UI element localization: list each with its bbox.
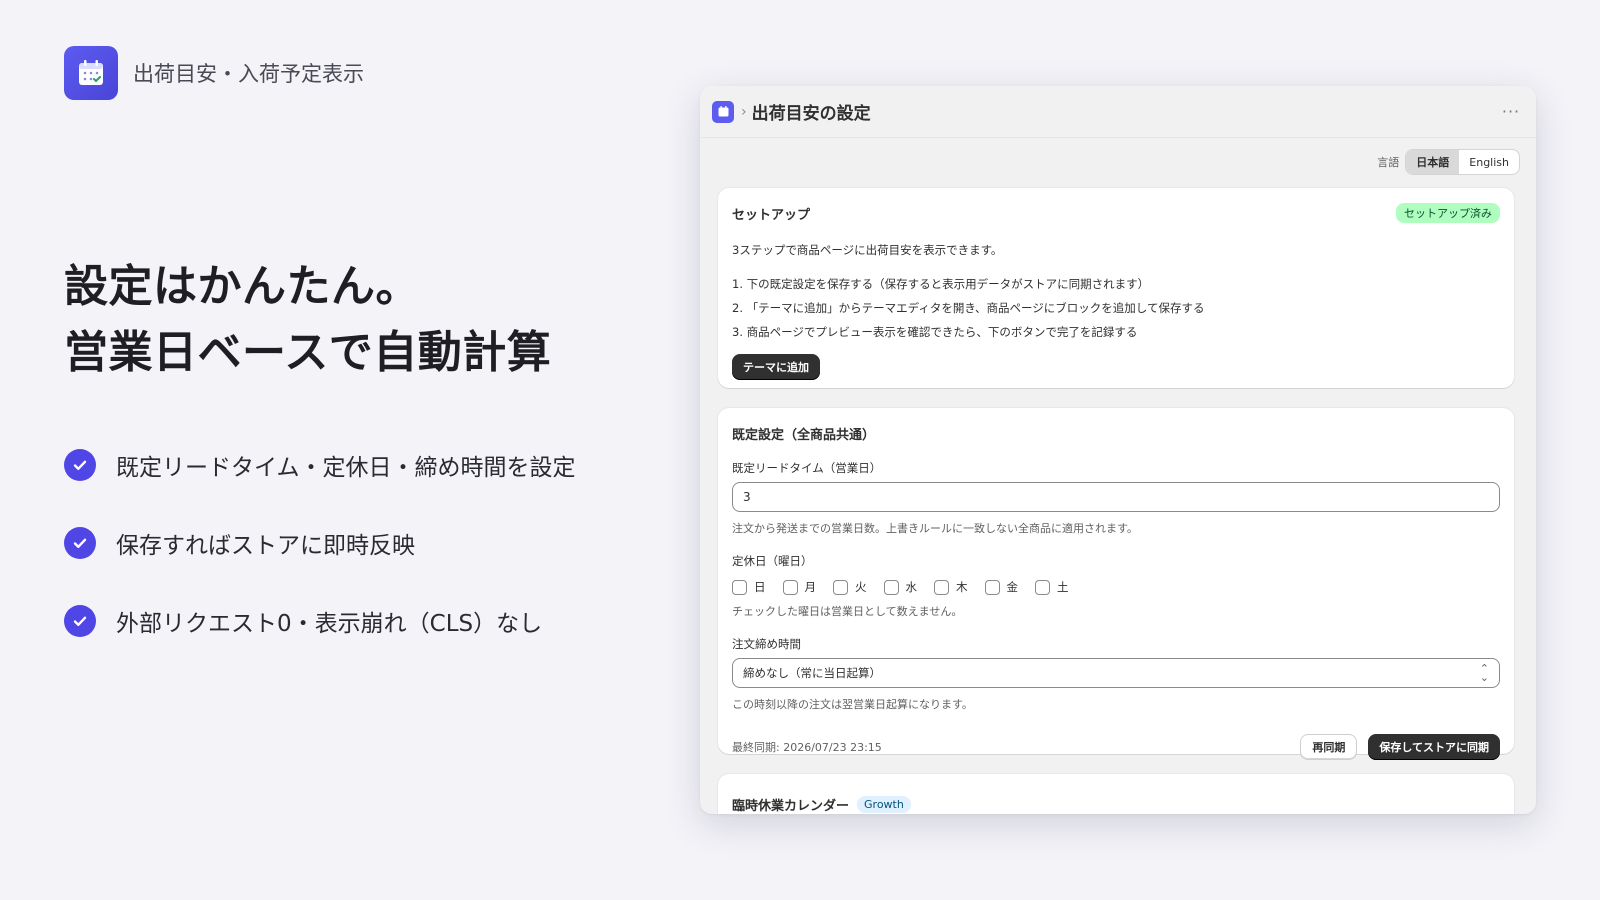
- holiday-weekdays: 日 月 火 水 木 金 土: [732, 579, 1500, 595]
- last-synced-text: 最終同期: 2026/07/23 23:15: [732, 741, 882, 754]
- weekday-checkbox-thu[interactable]: 木: [934, 579, 968, 595]
- defaults-card-title: 既定設定（全商品共通）: [732, 428, 876, 443]
- weekday-checkbox-fri[interactable]: 金: [984, 579, 1018, 595]
- weekday-checkbox-sun[interactable]: 日: [732, 579, 766, 595]
- lead-time-help: 注文から発送までの営業日数。上書きルールに一致しない全商品に適用されます。: [732, 522, 1138, 535]
- check-circle-icon: [64, 449, 96, 481]
- page-title: 出荷目安の設定: [751, 104, 871, 124]
- cutoff-help: この時刻以降の注文は翌営業日起算になります。: [732, 698, 973, 711]
- lead-time-label: 既定リードタイム（営業日）: [732, 461, 882, 475]
- language-option-ja[interactable]: 日本語: [1406, 150, 1460, 174]
- admin-window: › 出荷目安の設定 ··· 言語 日本語 English セットアップ セットア…: [700, 86, 1536, 814]
- headline-line-1: 設定はかんたん。: [64, 261, 420, 312]
- calendar-check-icon: [64, 46, 118, 100]
- checkbox[interactable]: [934, 579, 949, 595]
- setup-steps: 1. 下の既定設定を保存する（保存すると表示用データがストアに同期されます） 2…: [732, 272, 1500, 344]
- feature-list: 既定リードタイム・定休日・締め時間を設定 保存すればストアに即時反映 外部リクエ…: [64, 448, 576, 682]
- language-label: 言語: [1377, 156, 1400, 169]
- setup-card: セットアップ セットアップ済み 3ステップで商品ページに出荷目安を表示できます。…: [718, 188, 1514, 388]
- defaults-card: 既定設定（全商品共通） 既定リードタイム（営業日） 3 注文から発送までの営業日…: [718, 408, 1514, 760]
- weekday-checkbox-tue[interactable]: 火: [833, 579, 867, 595]
- cutoff-label: 注文締め時間: [732, 637, 801, 651]
- ellipsis-icon[interactable]: ···: [1498, 99, 1524, 125]
- select-chevron-icon: ⌃ ⌄: [1479, 662, 1489, 684]
- weekday-checkbox-sat[interactable]: 土: [1035, 579, 1069, 595]
- setup-card-title: セットアップ: [732, 208, 811, 223]
- holidays-help: チェックした曜日は営業日として数えません。: [732, 605, 963, 618]
- app-logo-icon[interactable]: [712, 100, 734, 123]
- status-badge: セットアップ済み: [1396, 203, 1500, 223]
- cutoff-select[interactable]: 締めなし（常に当日起算） ⌃ ⌄: [732, 658, 1500, 688]
- holiday-calendar-card: 臨時休業カレンダー Growth: [718, 774, 1514, 814]
- headline: 設定はかんたん。 営業日ベースで自動計算: [64, 254, 551, 386]
- check-circle-icon: [64, 605, 96, 637]
- plan-badge: Growth: [857, 795, 911, 813]
- save-and-sync-button[interactable]: 保存してストアに同期: [1368, 734, 1500, 760]
- checkbox[interactable]: [732, 579, 747, 595]
- checkbox[interactable]: [833, 579, 848, 595]
- setup-step: 3. 商品ページでプレビュー表示を確認できたら、下のボタンで完了を記録する: [732, 325, 1138, 339]
- feature-item: 保存すればストアに即時反映: [64, 526, 576, 560]
- checkbox[interactable]: [1035, 579, 1050, 595]
- setup-step: 1. 下の既定設定を保存する（保存すると表示用データがストアに同期されます）: [732, 277, 1150, 291]
- feature-item: 外部リクエスト0・表示崩れ（CLS）なし: [64, 604, 576, 638]
- cutoff-selected-value: 締めなし（常に当日起算）: [743, 666, 881, 680]
- feature-item: 既定リードタイム・定休日・締め時間を設定: [64, 448, 576, 482]
- feature-label: 保存すればストアに即時反映: [116, 533, 415, 559]
- setup-step: 2. 「テーマに追加」からテーマエディタを開き、商品ページにブロックを追加して保…: [732, 301, 1205, 315]
- holidays-label: 定休日（曜日）: [732, 554, 813, 568]
- add-to-theme-button[interactable]: テーマに追加: [732, 354, 820, 380]
- check-circle-icon: [64, 527, 96, 559]
- title-bar: › 出荷目安の設定 ···: [700, 86, 1536, 138]
- language-option-en[interactable]: English: [1459, 150, 1519, 174]
- headline-line-2: 営業日ベースで自動計算: [64, 327, 552, 378]
- checkbox[interactable]: [782, 579, 798, 595]
- breadcrumb-separator: ›: [741, 103, 747, 120]
- brand: 出荷目安・入荷予定表示: [64, 46, 364, 100]
- weekday-checkbox-wed[interactable]: 水: [883, 579, 917, 595]
- setup-description: 3ステップで商品ページに出荷目安を表示できます。: [732, 243, 1003, 257]
- app-name: 出荷目安・入荷予定表示: [133, 62, 364, 86]
- holiday-calendar-title: 臨時休業カレンダー: [732, 798, 850, 814]
- checkbox[interactable]: [883, 579, 899, 595]
- language-segmented-control: 日本語 English: [1405, 149, 1520, 175]
- defaults-footer: 最終同期: 2026/07/23 23:15 再同期 保存してストアに同期: [732, 734, 1500, 760]
- lead-time-input[interactable]: 3: [732, 482, 1500, 512]
- weekday-checkbox-mon[interactable]: 月: [782, 579, 816, 595]
- checkbox[interactable]: [984, 579, 1000, 595]
- resync-button[interactable]: 再同期: [1300, 734, 1358, 760]
- feature-label: 外部リクエスト0・表示崩れ（CLS）なし: [116, 611, 543, 637]
- feature-label: 既定リードタイム・定休日・締め時間を設定: [116, 455, 576, 481]
- language-switcher: 言語 日本語 English: [700, 142, 1536, 182]
